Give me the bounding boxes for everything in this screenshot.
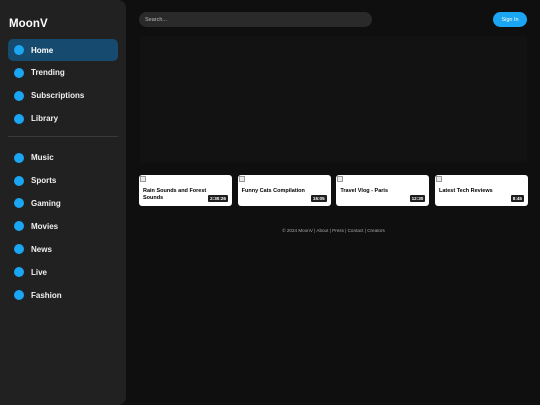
duration-badge: 15:05 — [310, 195, 327, 202]
sidebar-item-trending[interactable]: Trending — [8, 62, 118, 84]
sidebar-item-home[interactable]: Home — [8, 39, 118, 61]
broken-image-icon — [140, 176, 146, 182]
video-card[interactable]: Rain Sounds and Forest Sounds 2:30:26 — [139, 175, 232, 206]
sidebar-item-label: Music — [31, 153, 54, 163]
logo[interactable]: MoonV — [9, 18, 118, 31]
sidebar-item-library[interactable]: Library — [8, 108, 118, 130]
sidebar-divider — [8, 135, 118, 137]
sidebar-item-subscriptions[interactable]: Subscriptions — [8, 85, 118, 107]
broken-image-icon — [435, 176, 442, 182]
fashion-icon — [14, 290, 24, 301]
sidebar-item-gaming[interactable]: Gaming — [8, 192, 118, 214]
video-player[interactable] — [140, 36, 527, 162]
sidebar-item-music[interactable]: Music — [8, 147, 118, 169]
duration-badge: 2:30:26 — [208, 195, 228, 202]
home-icon — [14, 45, 24, 55]
video-card[interactable]: Funny Cats Compilation 15:05 — [237, 175, 331, 206]
sidebar-item-label: Movies — [31, 221, 59, 231]
sidebar-item-label: Trending — [31, 68, 65, 78]
broken-image-icon — [238, 176, 245, 182]
sidebar-item-label: Gaming — [31, 198, 61, 208]
sidebar-item-label: Fashion — [31, 290, 62, 300]
sidebar-item-label: News — [31, 244, 52, 254]
news-icon — [14, 244, 24, 255]
sidebar-item-live[interactable]: Live — [8, 261, 118, 283]
subscriptions-icon — [14, 90, 24, 101]
sports-icon — [14, 175, 24, 186]
trending-icon — [14, 67, 24, 78]
broken-image-icon — [337, 176, 344, 182]
video-list: Rain Sounds and Forest Sounds 2:30:26 Fu… — [139, 175, 528, 206]
video-card[interactable]: Travel Vlog - Paris 12:30 — [336, 175, 430, 206]
sidebar-item-movies[interactable]: Movies — [8, 215, 118, 237]
video-title: Rain Sounds and Forest Sounds — [143, 188, 207, 201]
search-input[interactable] — [139, 12, 372, 27]
sign-in-button[interactable]: Sign In — [493, 12, 527, 27]
live-icon — [14, 267, 24, 278]
sidebar: MoonV Home Trending Subscriptions Librar… — [0, 0, 126, 405]
sidebar-item-sports[interactable]: Sports — [8, 170, 118, 192]
sidebar-item-label: Sports — [31, 176, 57, 186]
library-icon — [14, 113, 24, 124]
video-title: Latest Tech Reviews — [438, 188, 493, 194]
duration-badge: 8:45 — [510, 195, 524, 202]
video-title: Funny Cats Compilation — [241, 188, 305, 194]
sidebar-item-label: Library — [31, 114, 59, 124]
duration-badge: 12:30 — [409, 195, 426, 202]
top-bar: Sign In — [139, 12, 527, 28]
sidebar-item-fashion[interactable]: Fashion — [8, 284, 118, 306]
footer-links: © 2024 MoonV | About | Press | Contact |… — [282, 228, 385, 233]
movies-icon — [14, 221, 24, 232]
video-card[interactable]: Latest Tech Reviews 8:45 — [434, 175, 528, 206]
gaming-icon — [14, 198, 24, 209]
music-icon — [14, 152, 24, 163]
video-title: Travel Vlog - Paris — [340, 188, 388, 194]
sidebar-item-label: Live — [31, 267, 48, 277]
sidebar-item-label: Home — [31, 45, 54, 55]
sidebar-item-news[interactable]: News — [8, 238, 118, 260]
sidebar-item-label: Subscriptions — [31, 91, 85, 101]
